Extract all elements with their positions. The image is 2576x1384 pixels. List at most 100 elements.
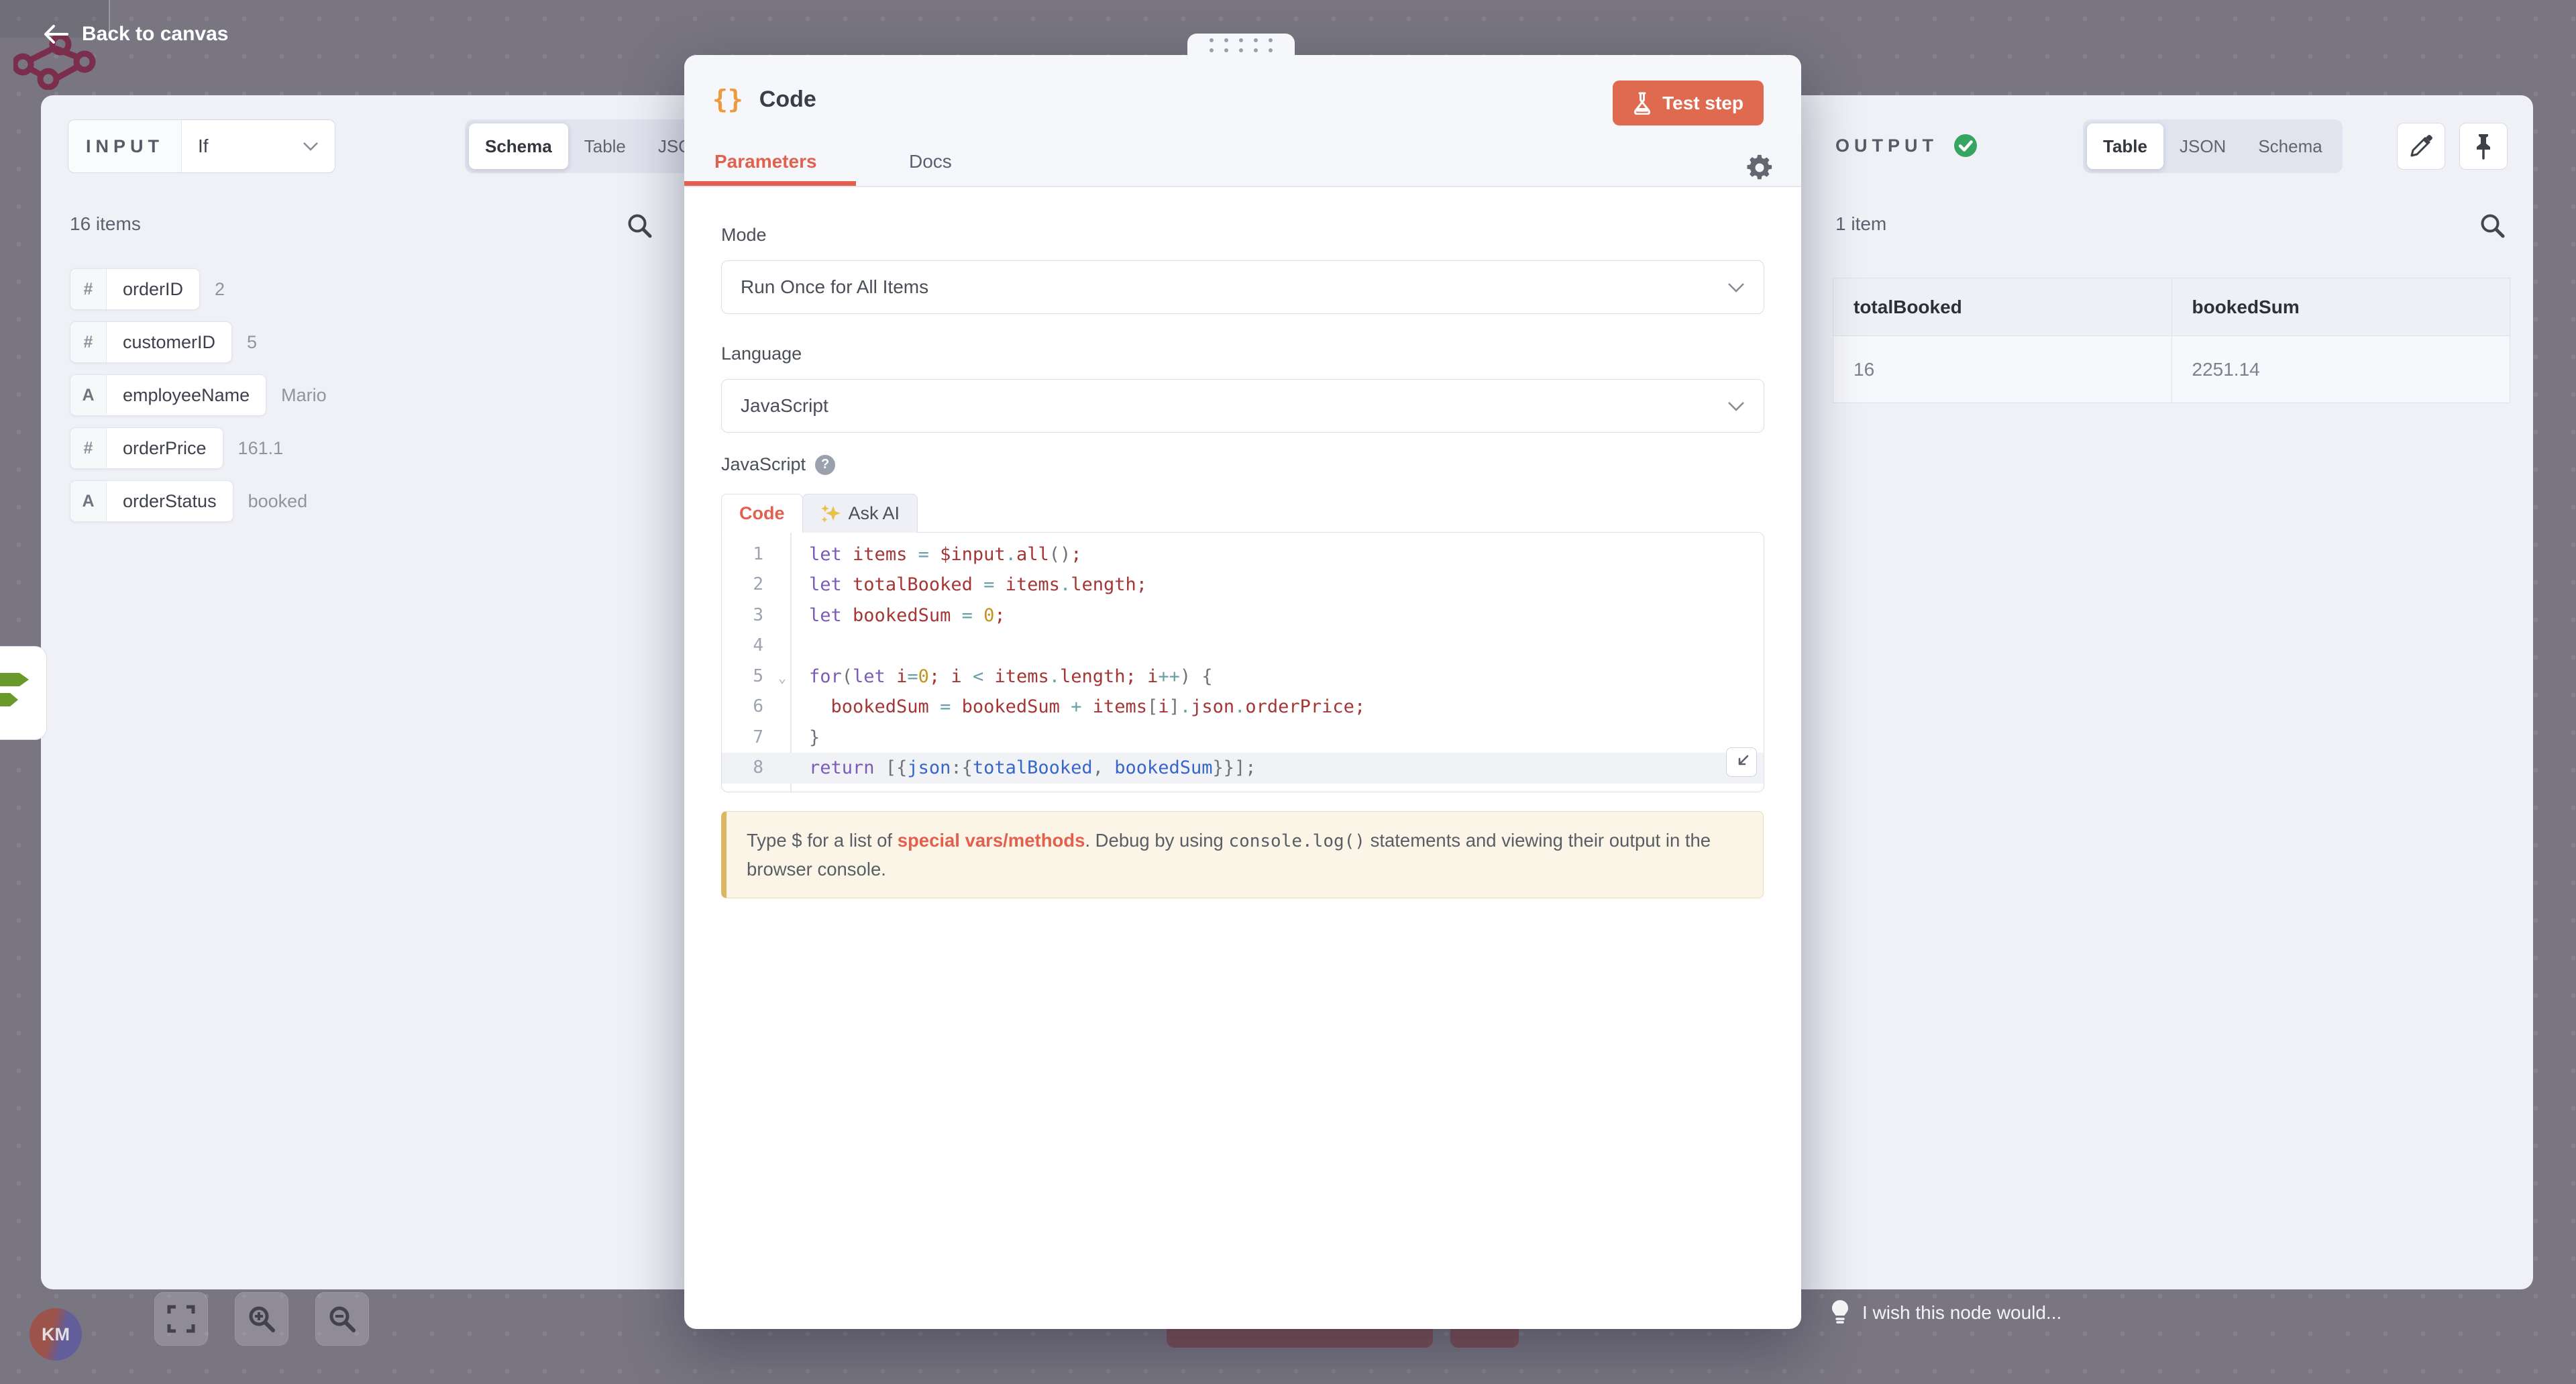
input-view-schema[interactable]: Schema xyxy=(469,123,568,169)
pin-output-button[interactable] xyxy=(2459,123,2508,170)
if-node-icon xyxy=(0,662,40,724)
input-search-icon[interactable] xyxy=(626,212,653,239)
output-items-count: 1 item xyxy=(1835,213,1886,235)
node-title: Code xyxy=(759,87,816,113)
schema-row[interactable]: #orderID 2 xyxy=(70,268,327,310)
language-select[interactable]: JavaScript xyxy=(721,379,1764,433)
fit-view-button[interactable] xyxy=(154,1292,208,1346)
fold-chevron-icon[interactable]: ⌄ xyxy=(778,663,786,694)
zoom-out-button[interactable] xyxy=(315,1292,369,1346)
output-cell: 2251.14 xyxy=(2171,336,2510,403)
tab-parameters[interactable]: Parameters xyxy=(714,151,817,172)
edit-output-button[interactable] xyxy=(2397,123,2445,170)
editor-tab-ask-ai[interactable]: Ask AI xyxy=(802,494,918,533)
line-number: 2 xyxy=(722,570,790,600)
mode-value: Run Once for All Items xyxy=(741,276,928,298)
schema-field-value: Mario xyxy=(281,385,327,406)
line-number: 8 xyxy=(722,753,790,784)
special-vars-link[interactable]: special vars/methods xyxy=(898,830,1085,851)
test-step-label: Test step xyxy=(1662,93,1743,114)
schema-field-pill[interactable]: AorderStatus xyxy=(70,480,233,522)
arrow-left-icon xyxy=(43,24,68,44)
line-number: 1 xyxy=(722,539,790,570)
chevron-down-icon xyxy=(1727,401,1745,411)
output-view-json[interactable]: JSON xyxy=(2163,123,2242,169)
code-line[interactable]: 1let items = $input.all(); xyxy=(722,539,1764,570)
output-column-header: bookedSum xyxy=(2171,278,2510,336)
code-line[interactable]: 8return [{json:{totalBooked, bookedSum}}… xyxy=(722,753,1764,784)
schema-row[interactable]: AorderStatus booked xyxy=(70,480,327,522)
schema-field-pill[interactable]: #orderPrice xyxy=(70,427,223,469)
schema-field-pill[interactable]: AemployeeName xyxy=(70,374,266,416)
zoom-in-button[interactable] xyxy=(235,1292,288,1346)
output-table: totalBookedbookedSum162251.14 xyxy=(1833,278,2510,403)
pin-icon xyxy=(2473,133,2494,160)
code-text: } xyxy=(790,723,820,753)
number-type-icon: # xyxy=(70,269,107,309)
code-line[interactable]: 6 bookedSum = bookedSum + items[i].json.… xyxy=(722,692,1764,723)
schema-field-name: orderStatus xyxy=(107,481,233,521)
mode-select[interactable]: Run Once for All Items xyxy=(721,260,1764,314)
schema-field-pill[interactable]: #orderID xyxy=(70,268,200,310)
mode-label: Mode xyxy=(721,225,1764,246)
schema-field-value: booked xyxy=(248,491,308,512)
number-type-icon: # xyxy=(70,428,107,468)
help-icon[interactable]: ? xyxy=(815,455,835,475)
line-number: 7 xyxy=(722,723,790,753)
schema-field-name: orderPrice xyxy=(107,428,223,468)
lightbulb-icon xyxy=(1830,1299,1850,1327)
output-table-row[interactable]: 162251.14 xyxy=(1833,336,2510,403)
test-step-button[interactable]: Test step xyxy=(1613,81,1764,125)
language-label: Language xyxy=(721,343,1764,364)
code-line[interactable]: 5⌄for(let i=0; i < items.length; i++) { xyxy=(722,661,1764,692)
flask-icon xyxy=(1633,92,1652,115)
chevron-down-icon xyxy=(303,142,319,151)
output-panel: OUTPUT TableJSONSchema 1 item totalBooke… xyxy=(1800,95,2533,1289)
input-items-count: 16 items xyxy=(70,213,141,235)
code-text: let bookedSum = 0; xyxy=(790,600,1006,631)
input-view-table[interactable]: Table xyxy=(568,123,642,169)
editor-label: JavaScript xyxy=(721,454,806,475)
code-line[interactable]: 3let bookedSum = 0; xyxy=(722,600,1764,631)
schema-row[interactable]: #customerID5 xyxy=(70,321,327,363)
wish-node-link[interactable]: I wish this node would... xyxy=(1862,1302,2061,1324)
gear-icon[interactable] xyxy=(1746,154,1773,181)
drag-dots-icon xyxy=(1210,38,1273,52)
dimmed-canvas-button-small xyxy=(1450,1329,1519,1348)
code-line[interactable]: 7} xyxy=(722,723,1764,753)
schema-field-pill[interactable]: #customerID xyxy=(70,321,232,363)
node-settings-modal: {} Code Test step Parameters Docs Mode R… xyxy=(684,55,1801,1329)
success-check-icon xyxy=(1953,133,1978,158)
code-editor[interactable]: 1let items = $input.all();2let totalBook… xyxy=(721,532,1764,792)
avatar[interactable]: KM xyxy=(30,1308,82,1361)
hint-code: console.log() xyxy=(1228,831,1365,851)
output-view-switcher: TableJSONSchema xyxy=(2083,119,2343,173)
schema-row[interactable]: AemployeeName Mario xyxy=(70,374,327,416)
string-type-icon: A xyxy=(70,375,107,415)
sparkles-icon xyxy=(820,503,841,525)
code-line[interactable]: 4 xyxy=(722,631,1764,661)
output-search-icon[interactable] xyxy=(2479,212,2506,239)
code-text: for(let i=0; i < items.length; i++) { xyxy=(790,661,1213,692)
editor-tab-code[interactable]: Code xyxy=(721,494,803,533)
tab-docs[interactable]: Docs xyxy=(909,151,952,172)
active-tab-underline xyxy=(684,181,856,186)
schema-field-value: 2 xyxy=(215,279,225,300)
editor-hint: Type $ for a list of special vars/method… xyxy=(721,811,1764,898)
string-type-icon: A xyxy=(70,481,107,521)
expand-editor-button[interactable] xyxy=(1726,747,1757,777)
language-value: JavaScript xyxy=(741,395,828,417)
code-text: return [{json:{totalBooked, bookedSum}}]… xyxy=(790,753,1256,784)
line-number: 3 xyxy=(722,600,790,631)
code-text: let totalBooked = items.length; xyxy=(790,570,1147,600)
code-line[interactable]: 2let totalBooked = items.length; xyxy=(722,570,1764,600)
modal-drag-handle[interactable] xyxy=(1187,34,1295,56)
output-view-schema[interactable]: Schema xyxy=(2242,123,2338,169)
output-view-table[interactable]: Table xyxy=(2087,123,2163,169)
schema-row[interactable]: #orderPrice161.1 xyxy=(70,427,327,469)
line-number: 6 xyxy=(722,692,790,723)
input-source-select[interactable]: INPUT If xyxy=(68,119,335,173)
back-to-canvas-button[interactable]: Back to canvas xyxy=(43,23,228,46)
if-node-card[interactable] xyxy=(0,646,47,740)
editor-tab-ask-ai-label: Ask AI xyxy=(849,503,900,524)
